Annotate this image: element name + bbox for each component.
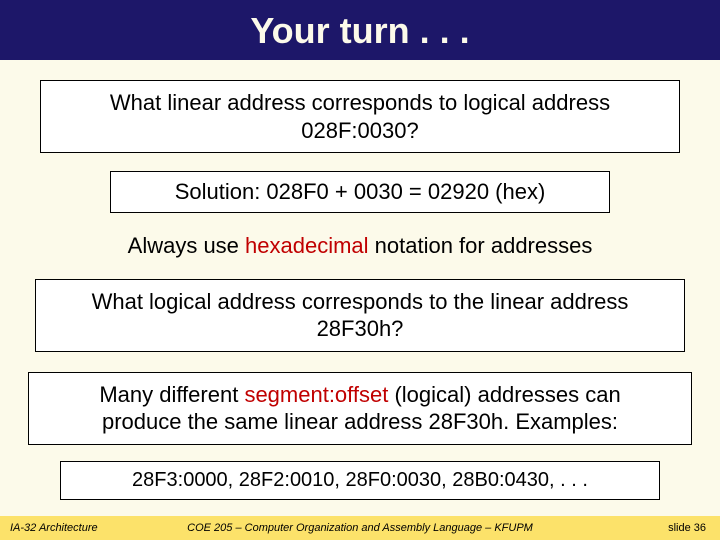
question-2-line2: 28F30h? [317,316,404,341]
question-1-line2: 028F:0030? [301,118,418,143]
answer-line2: produce the same linear address 28F30h. … [102,409,618,434]
slide-title: Your turn . . . [0,10,720,52]
slide-body: What linear address corresponds to logic… [0,60,720,500]
note-post: notation for addresses [369,233,593,258]
question-1-line1: What linear address corresponds to logic… [110,90,610,115]
examples-box: 28F3:0000, 28F2:0010, 28F0:0030, 28B0:04… [60,461,660,500]
title-bar: Your turn . . . [0,0,720,60]
answer-line1-pre: Many different [99,382,244,407]
question-2-line1: What logical address corresponds to the … [92,289,629,314]
hex-note: Always use hexadecimal notation for addr… [18,233,702,259]
question-1-box: What linear address corresponds to logic… [40,80,680,153]
answer-box: Many different segment:offset (logical) … [28,372,692,445]
note-pre: Always use [128,233,245,258]
answer-line1-post: (logical) addresses can [388,382,620,407]
footer-right: slide 36 [668,522,706,534]
footer-bar: IA-32 Architecture COE 205 – Computer Or… [0,516,720,540]
examples-text: 28F3:0000, 28F2:0010, 28F0:0030, 28B0:04… [132,469,588,491]
question-2-box: What logical address corresponds to the … [35,279,685,352]
footer-left: IA-32 Architecture [10,522,98,534]
note-emphasis: hexadecimal [245,233,369,258]
solution-text: Solution: 028F0 + 0030 = 02920 (hex) [175,179,546,204]
solution-box: Solution: 028F0 + 0030 = 02920 (hex) [110,171,610,213]
footer-center: COE 205 – Computer Organization and Asse… [0,522,720,534]
answer-line1-emphasis: segment:offset [244,382,388,407]
